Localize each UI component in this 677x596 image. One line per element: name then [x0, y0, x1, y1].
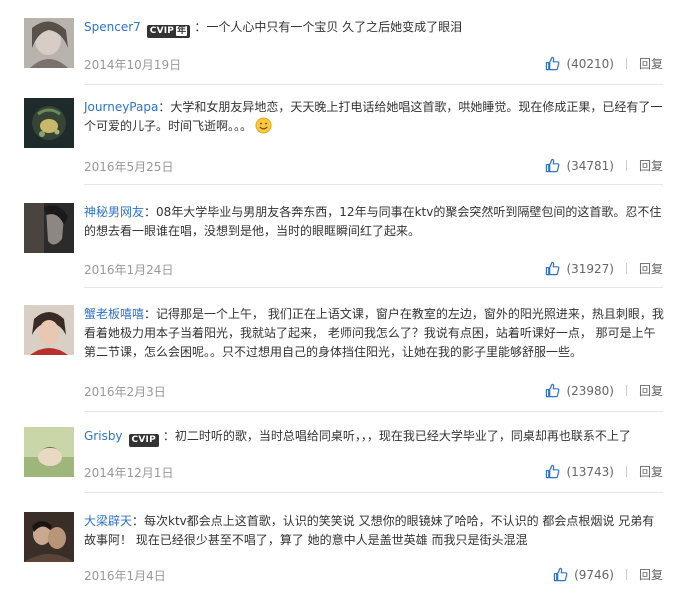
comment-text-block: Spencer7 CVIP 年：一个人心中只有一个宝贝 久了之后她变成了眼泪: [84, 18, 664, 38]
separator: ：: [162, 429, 175, 443]
comment-text: 08年大学毕业与男朋友各奔东西，12年与同事在ktv的聚会突然听到隔壁包间的这首…: [84, 205, 662, 238]
avatar[interactable]: [24, 305, 74, 355]
comment-item: Spencer7 CVIP 年：一个人心中只有一个宝贝 久了之后她变成了眼泪 201…: [0, 18, 677, 78]
separator: ：: [194, 20, 207, 34]
comment-actions: (13743) 回复: [545, 463, 663, 480]
like-button[interactable]: (9746): [553, 567, 614, 582]
thumbs-up-icon: [546, 464, 560, 479]
comment-text-block: 神秘男网友：08年大学毕业与男朋友各奔东西，12年与同事在ktv的聚会突然听到隔…: [84, 203, 664, 241]
like-count: (9746): [574, 567, 614, 582]
like-button[interactable]: (34781): [545, 158, 614, 173]
comment-text: 每次ktv都会点上这首歌，认识的笑笑说 又想你的眼镜妹了哈哈，不认识的 都会点根…: [84, 514, 655, 547]
vip-year-label: 年: [176, 26, 188, 36]
thumbs-up-icon: [546, 56, 560, 71]
comment-date: 2016年2月3日: [84, 385, 166, 399]
avatar[interactable]: [24, 427, 74, 477]
comment-date: 2016年1月4日: [84, 569, 166, 583]
comment-item: 蟹老板嘻嘻：记得那是一个上午， 我们正在上语文课，窗户在教室的左边，窗外的阳光照…: [0, 305, 677, 400]
vip-badge[interactable]: CVIP 年: [146, 25, 191, 38]
action-divider: [625, 569, 627, 580]
thumbs-up-icon: [553, 567, 568, 582]
comment-text: 初二时听的歌，当时总唱给同桌听，，，现在我已经大学毕业了，同桌却再也联系不上了: [174, 429, 631, 443]
comment-actions: (40210) 回复: [545, 55, 663, 72]
separator: ：: [144, 205, 157, 219]
avatar[interactable]: [24, 98, 74, 148]
comment-actions: (23980) 回复: [545, 382, 663, 399]
comment-text-block: 大梁辟天：每次ktv都会点上这首歌，认识的笑笑说 又想你的眼镜妹了哈哈，不认识的…: [84, 512, 664, 550]
like-count: (40210): [566, 56, 614, 71]
comment-text-block: Grisby CVIP ：初二时听的歌，当时总唱给同桌听，，，现在我已经大学毕业了，…: [84, 427, 664, 447]
reply-button[interactable]: 回复: [639, 55, 663, 72]
reply-button[interactable]: 回复: [639, 157, 663, 174]
comment-text: 大学和女朋友异地恋，天天晚上打电话给她唱这首歌，哄她睡觉。现在修成正果，已经有了…: [84, 100, 663, 133]
reply-button[interactable]: 回复: [639, 382, 663, 399]
comment-divider: [84, 287, 663, 288]
reply-button[interactable]: 回复: [639, 566, 663, 583]
username-link[interactable]: 大梁辟天: [84, 514, 132, 528]
action-divider: [625, 160, 627, 171]
comment-item: 大梁辟天：每次ktv都会点上这首歌，认识的笑笑说 又想你的眼镜妹了哈哈，不认识的…: [0, 512, 677, 587]
comment-text-block: JourneyPapa：大学和女朋友异地恋，天天晚上打电话给她唱这首歌，哄她睡觉…: [84, 98, 664, 136]
comment-divider: [84, 84, 663, 85]
comment-text: 记得那是一个上午， 我们正在上语文课，窗户在教室的左边，窗外的阳光照进来，热且刺…: [84, 307, 664, 359]
comment-date: 2016年5月25日: [84, 160, 174, 174]
smile-emoji-icon: [255, 117, 272, 134]
avatar[interactable]: [24, 203, 74, 253]
like-button[interactable]: (13743): [545, 464, 614, 479]
reply-button[interactable]: 回复: [639, 260, 663, 277]
comment-item: JourneyPapa：大学和女朋友异地恋，天天晚上打电话给她唱这首歌，哄她睡觉…: [0, 98, 677, 178]
avatar[interactable]: [24, 512, 74, 562]
username-link[interactable]: 神秘男网友: [84, 205, 144, 219]
comment-actions: (31927) 回复: [545, 260, 663, 277]
like-button[interactable]: (23980): [545, 383, 614, 398]
like-button[interactable]: (40210): [545, 56, 614, 71]
comment-date: 2014年10月19日: [84, 58, 182, 72]
comment-text: 一个人心中只有一个宝贝 久了之后她变成了眼泪: [206, 20, 463, 34]
vip-badge[interactable]: CVIP: [128, 434, 159, 447]
username-link[interactable]: 蟹老板嘻嘻: [84, 307, 144, 321]
reply-button[interactable]: 回复: [639, 463, 663, 480]
comment-item: Grisby CVIP ：初二时听的歌，当时总唱给同桌听，，，现在我已经大学毕业了，…: [0, 427, 677, 487]
comment-date: 2016年1月24日: [84, 263, 174, 277]
comment-divider: [84, 184, 663, 185]
action-divider: [625, 263, 627, 274]
like-count: (23980): [566, 383, 614, 398]
comment-divider: [84, 492, 663, 493]
separator: ：: [158, 100, 171, 114]
like-count: (13743): [566, 464, 614, 479]
vip-badge-label: CVIP: [149, 26, 175, 36]
comment-item: 神秘男网友：08年大学毕业与男朋友各奔东西，12年与同事在ktv的聚会突然听到隔…: [0, 203, 677, 278]
thumbs-up-icon: [546, 158, 560, 173]
action-divider: [625, 58, 627, 69]
action-divider: [625, 466, 627, 477]
avatar[interactable]: [24, 18, 74, 68]
thumbs-up-icon: [546, 261, 560, 276]
vip-badge-label: CVIP: [131, 435, 156, 445]
username-link[interactable]: Grisby: [84, 429, 123, 443]
thumbs-up-icon: [546, 383, 560, 398]
comment-actions: (34781) 回复: [545, 157, 663, 174]
comment-text-block: 蟹老板嘻嘻：记得那是一个上午， 我们正在上语文课，窗户在教室的左边，窗外的阳光照…: [84, 305, 664, 362]
username-link[interactable]: Spencer7: [84, 20, 141, 34]
comment-date: 2014年12月1日: [84, 466, 174, 480]
separator: ：: [144, 307, 157, 321]
separator: ：: [132, 514, 145, 528]
username-link[interactable]: JourneyPapa: [84, 100, 158, 114]
comment-divider: [84, 411, 663, 412]
like-count: (31927): [566, 261, 614, 276]
action-divider: [625, 385, 627, 396]
like-count: (34781): [566, 158, 614, 173]
comment-actions: (9746) 回复: [553, 566, 663, 583]
like-button[interactable]: (31927): [545, 261, 614, 276]
